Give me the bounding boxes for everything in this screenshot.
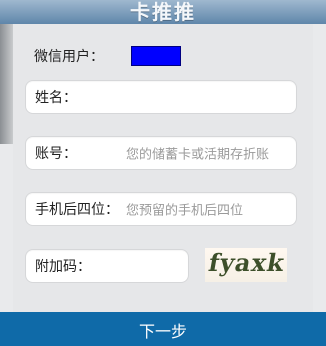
account-placeholder: 您的储蓄卡或活期存折账: [126, 147, 270, 163]
name-field[interactable]: 姓名：: [25, 80, 297, 114]
wechat-user-label: 微信用户：: [34, 49, 104, 65]
captcha-code-text: fyaxk: [206, 248, 288, 277]
next-step-button[interactable]: 下一步: [0, 318, 326, 342]
next-step-bar[interactable]: 下一步: [0, 312, 326, 346]
left-scroll-edge: [0, 24, 13, 144]
captcha-label: 附加码：: [35, 259, 91, 275]
phone-last4-field[interactable]: 手机后四位： 您预留的手机后四位: [25, 192, 297, 226]
app-title: 卡推推: [130, 0, 196, 24]
phone-last4-label: 手机后四位：: [35, 202, 119, 218]
account-field[interactable]: 账号： 您的储蓄卡或活期存折账: [25, 136, 297, 170]
app-header: 卡推推: [0, 0, 326, 24]
wechat-user-value-box: [131, 46, 181, 66]
captcha-image[interactable]: fyaxk: [205, 248, 287, 282]
form-panel: 微信用户： 姓名： 账号： 您的储蓄卡或活期存折账 手机后四位： 您预留的手机后…: [13, 24, 313, 312]
phone-last4-placeholder: 您预留的手机后四位: [126, 203, 244, 219]
captcha-field[interactable]: 附加码：: [25, 249, 189, 283]
name-label: 姓名：: [35, 90, 77, 106]
account-label: 账号：: [35, 146, 77, 162]
